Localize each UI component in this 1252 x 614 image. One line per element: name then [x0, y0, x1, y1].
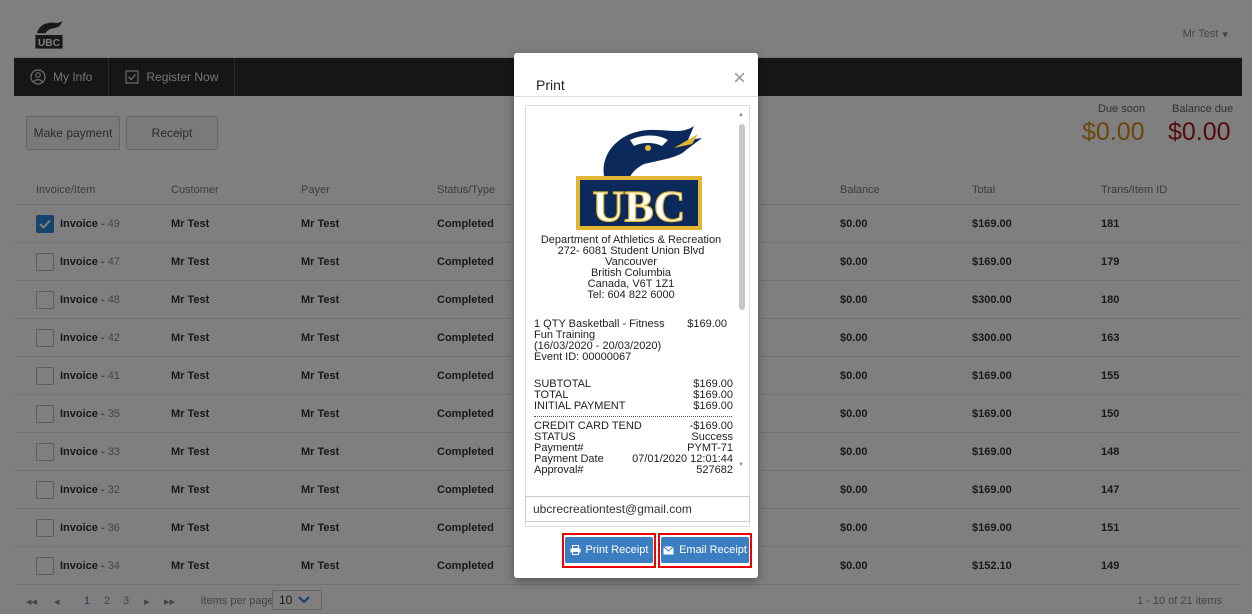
modal-divider: [514, 96, 758, 97]
scroll-thumb[interactable]: [739, 124, 745, 310]
modal-title: Print: [536, 77, 565, 93]
envelope-icon: [663, 545, 674, 554]
close-icon[interactable]: ×: [733, 67, 746, 89]
email-receipt-button[interactable]: Email Receipt: [661, 537, 749, 563]
scroll-up-icon[interactable]: ▲: [738, 112, 744, 118]
receipt-scrollbar[interactable]: ▲ ▼: [738, 112, 746, 522]
receipt-event-id: Event ID: 00000067: [534, 351, 632, 363]
receipt-initial: $169.00: [693, 400, 733, 412]
print-receipt-button[interactable]: Print Receipt: [565, 537, 653, 563]
logo-text: UBC: [593, 182, 686, 231]
receipt-approval-label: Approval#: [534, 464, 584, 476]
receipt-initial-label: INITIAL PAYMENT: [534, 400, 626, 412]
receipt-preview[interactable]: UBC Department of Athletics & Recreation…: [525, 105, 750, 527]
email-field[interactable]: ubcrecreationtest@gmail.com: [525, 496, 750, 522]
receipt-tel: Tel: 604 822 6000: [587, 289, 675, 301]
print-modal: Print × UBC Department of Athletics & Re…: [514, 53, 758, 578]
page: UBC Mr Test ▾ My Info Register Now Make …: [0, 0, 1252, 614]
ubc-thunderbird-logo: UBC: [576, 126, 702, 232]
receipt-dotted-divider: [534, 416, 732, 417]
print-receipt-label: Print Receipt: [585, 544, 649, 556]
printer-icon: [570, 545, 580, 555]
scroll-down-icon[interactable]: ▼: [738, 462, 744, 468]
email-receipt-label: Email Receipt: [679, 544, 747, 556]
receipt-approval: 527682: [696, 464, 733, 476]
receipt-item-price: $169.00: [687, 318, 727, 330]
